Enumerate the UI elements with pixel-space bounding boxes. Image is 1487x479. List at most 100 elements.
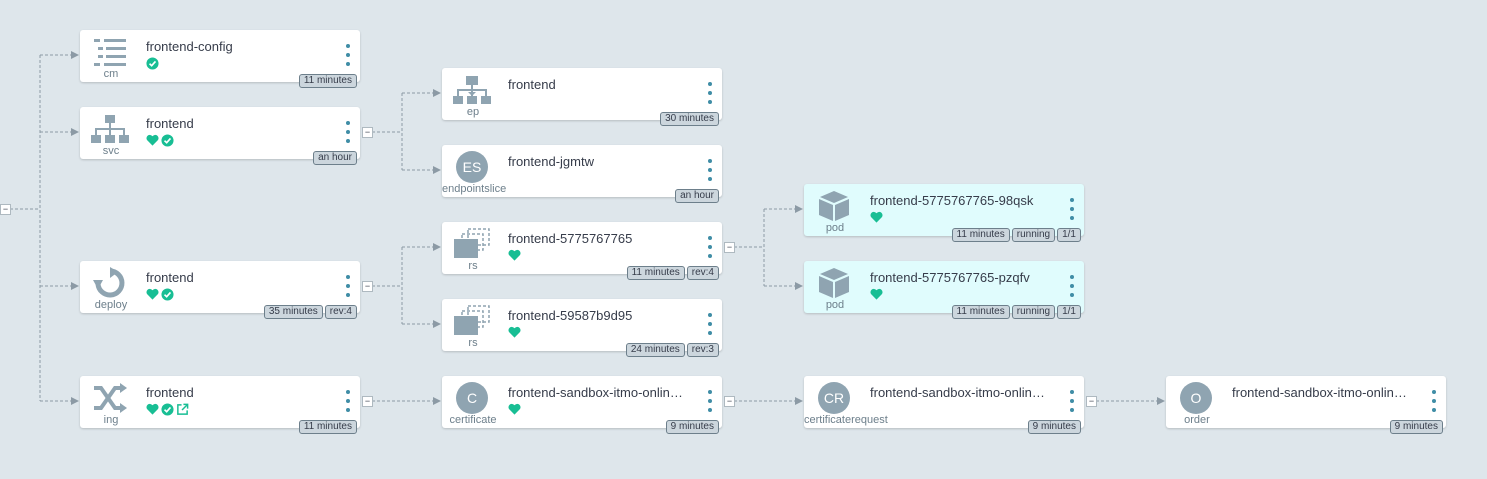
resource-node-endpointslice[interactable]: ES endpointslice frontend-jgmtw an hour [442,145,722,203]
collapse-rs-button[interactable]: − [724,242,735,253]
resource-node-pod[interactable]: pod frontend-5775767765-98qsk 11 minutes… [804,184,1084,242]
health-heart-icon [508,326,521,338]
health-heart-icon [146,134,159,146]
node-menu-button[interactable] [1068,275,1076,297]
health-heart-icon [146,403,159,415]
resource-kind-label: order [1184,414,1210,426]
resource-kind-label: certificate [449,414,497,426]
resource-status [870,210,883,224]
resource-name: frontend-config [146,39,233,54]
pod-icon [808,190,860,222]
node-tag: 9 minutes [665,420,719,434]
resource-node-ing[interactable]: ing frontend 11 minutes [80,376,360,434]
node-tag: 1/1 [1057,305,1081,319]
resource-node-rs[interactable]: rs frontend-5775767765 11 minutes rev:4 [442,222,722,280]
node-menu-button[interactable] [1430,390,1438,412]
node-tags: 11 minutes running 1/1 [951,305,1081,319]
resource-node-certificate[interactable]: C certificate frontend-sandbox-itmo-onli… [442,376,722,434]
node-tags: an hour [675,189,719,203]
node-tag: running [1011,228,1056,242]
node-tags: 11 minutes running 1/1 [951,228,1081,242]
deploy-icon [84,267,136,299]
resource-name: frontend-jgmtw [508,154,594,169]
resource-name: frontend-sandbox-itmo-online-tls [508,385,683,400]
resource-node-certificaterequest[interactable]: CR certificaterequest frontend-sandbox-i… [804,376,1084,434]
node-menu-button[interactable] [706,390,714,412]
certificate-badge-icon: C [446,382,498,414]
resource-node-svc[interactable]: svc frontend an hour [80,107,360,165]
resource-kind-label: svc [102,145,120,157]
node-menu-button[interactable] [706,313,714,335]
resource-name: frontend-59587b9d95 [508,308,633,323]
node-tag: running [1011,305,1056,319]
resource-node-deploy[interactable]: deploy frontend 35 minutes rev:4 [80,261,360,319]
replicaset-icon [446,305,498,337]
node-tags: 9 minutes [1389,420,1443,434]
node-menu-button[interactable] [344,390,352,412]
collapse-certificate-button[interactable]: − [724,396,735,407]
resource-status [146,56,159,70]
health-heart-icon [870,211,883,223]
resource-node-rs[interactable]: rs frontend-59587b9d95 24 minutes rev:3 [442,299,722,357]
collapse-root-button[interactable]: − [0,204,11,215]
config-map-icon [84,36,136,68]
order-badge-icon: O [1170,382,1222,414]
resource-node-cm[interactable]: cm frontend-config 11 minutes [80,30,360,88]
health-heart-icon [508,249,521,261]
resource-status [146,133,174,147]
node-tag: 11 minutes [298,74,357,88]
ingress-icon [84,382,136,414]
resource-name: frontend-5775767765 [508,231,633,246]
external-link-icon[interactable] [176,403,189,416]
sync-check-icon [161,402,174,416]
resource-name: frontend-sandbox-itmo-online-tls [1232,385,1407,400]
node-tags: 11 minutes rev:4 [626,266,719,280]
resource-status [870,287,883,301]
node-tags: 30 minutes [660,112,719,126]
node-menu-button[interactable] [344,275,352,297]
node-tags: 11 minutes [298,74,357,88]
node-menu-button[interactable] [1068,198,1076,220]
resource-status [146,402,189,416]
collapse-ing-button[interactable]: − [362,396,373,407]
resource-name: frontend [146,385,194,400]
resource-name: frontend [146,116,194,131]
resource-status [508,248,521,262]
endpointslice-badge-icon: ES [446,151,498,183]
pod-icon [808,267,860,299]
sync-check-icon [161,133,174,147]
node-menu-button[interactable] [344,121,352,143]
node-menu-button[interactable] [706,159,714,181]
resource-kind-label: cm [103,68,119,80]
node-tags: 11 minutes [298,420,357,434]
node-menu-button[interactable] [344,44,352,66]
collapse-certificaterequest-button[interactable]: − [1086,396,1097,407]
resource-kind-label: pod [825,222,845,234]
endpoint-icon [446,74,498,106]
node-tag: 35 minutes [263,305,323,319]
node-tag: 11 minutes [298,420,357,434]
node-menu-button[interactable] [706,82,714,104]
certificaterequest-badge-icon: CR [808,382,860,414]
node-tag: an hour [313,151,357,165]
node-tags: an hour [313,151,357,165]
resource-name: frontend [508,77,556,92]
health-heart-icon [508,403,521,415]
replicaset-icon [446,228,498,260]
resource-node-ep[interactable]: ep frontend 30 minutes [442,68,722,126]
resource-kind-label: certificaterequest [804,414,888,426]
resource-node-pod[interactable]: pod frontend-5775767765-pzqfv 11 minutes… [804,261,1084,319]
resource-name: frontend-5775767765-98qsk [870,193,1034,208]
resource-kind-label: ep [466,106,480,118]
collapse-deploy-button[interactable]: − [362,281,373,292]
collapse-svc-button[interactable]: − [362,127,373,138]
node-tag: 11 minutes [951,305,1010,319]
node-tag: 24 minutes [625,343,685,357]
resource-node-order[interactable]: O order frontend-sandbox-itmo-online-tls… [1166,376,1446,434]
health-heart-icon [870,288,883,300]
node-tag: rev:4 [324,305,357,319]
node-menu-button[interactable] [706,236,714,258]
node-tag: 1/1 [1057,228,1081,242]
node-menu-button[interactable] [1068,390,1076,412]
sync-check-icon [161,287,174,301]
